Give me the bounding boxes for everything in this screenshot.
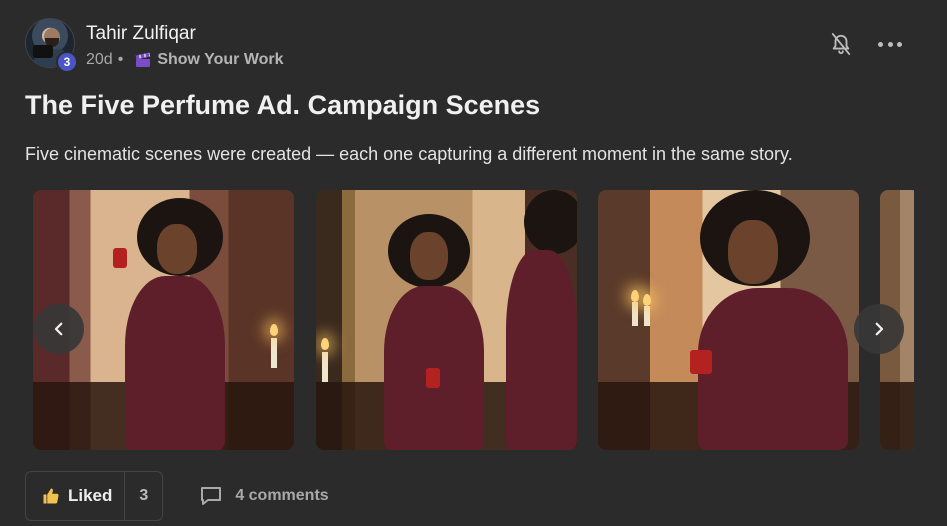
more-options-icon[interactable]: [878, 42, 902, 48]
carousel-next-button[interactable]: [854, 304, 904, 354]
like-count[interactable]: 3: [125, 472, 162, 520]
post-category[interactable]: Show Your Work: [157, 51, 283, 69]
level-badge: 3: [56, 51, 78, 73]
notification-bell-off-icon[interactable]: [830, 32, 852, 56]
comment-icon: [201, 487, 222, 505]
comments-label: 4 comments: [235, 487, 329, 504]
like-button[interactable]: Liked: [26, 472, 126, 520]
chevron-left-icon: [54, 322, 63, 336]
post-time: 20d: [86, 51, 113, 68]
post-meta: 20d • Show Your Work: [86, 51, 284, 69]
post-body: Five cinematic scenes were created — eac…: [25, 144, 793, 164]
chevron-right-icon: [875, 322, 884, 336]
like-label: Liked: [68, 486, 113, 505]
author-name[interactable]: Tahir Zulfiqar: [86, 23, 196, 45]
like-group: Liked 3: [25, 471, 164, 521]
meta-separator: •: [117, 51, 124, 68]
post-header: 3 Tahir Zulfiqar 20d • Show Your Work: [25, 18, 925, 74]
image-carousel: [33, 190, 914, 450]
comments-button[interactable]: 4 comments: [199, 485, 329, 507]
thumbs-up-icon: [43, 488, 59, 504]
post-title: The Five Perfume Ad. Campaign Scenes: [25, 90, 541, 120]
post-actions: Liked 3 4 comments: [25, 471, 329, 521]
carousel-prev-button[interactable]: [34, 304, 84, 354]
carousel-slide[interactable]: [316, 190, 577, 450]
clapperboard-icon: [136, 52, 151, 67]
carousel-slide[interactable]: [598, 190, 859, 450]
